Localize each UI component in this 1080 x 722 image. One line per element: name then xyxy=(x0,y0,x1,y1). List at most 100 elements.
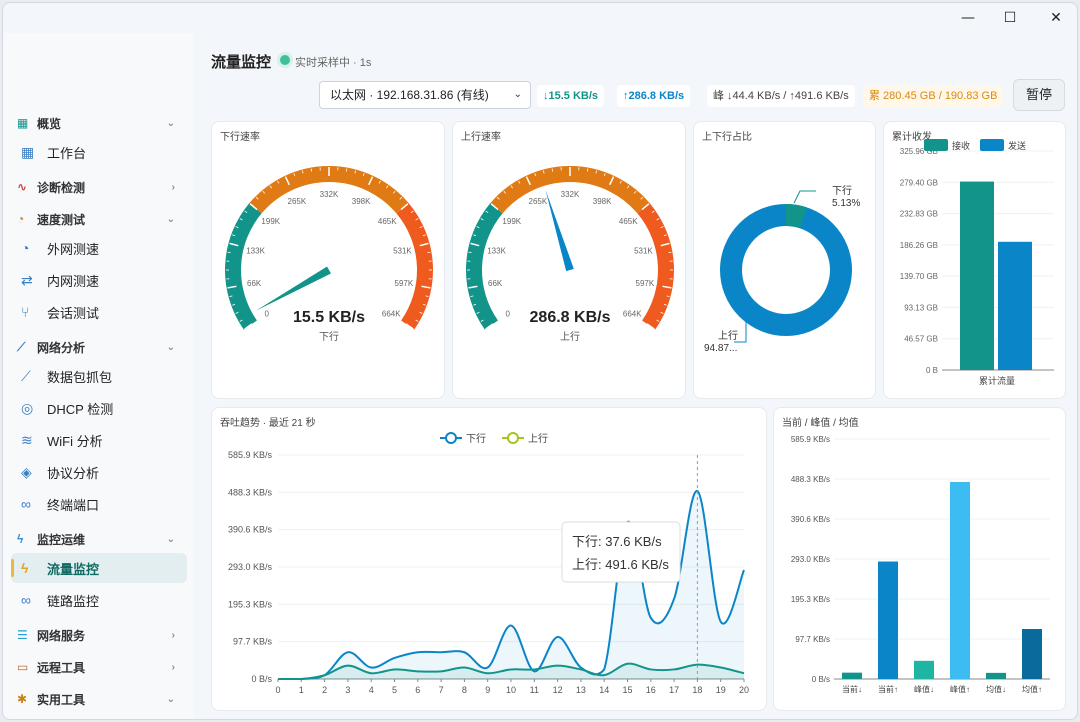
down-rate-pill: ↓15.5 KB/s xyxy=(537,85,605,107)
sidebar-group-label: 概览 xyxy=(37,116,62,131)
gauge-tick xyxy=(427,251,431,254)
gauge-band-0 xyxy=(225,203,262,330)
gauge-needle xyxy=(545,189,574,272)
sidebar-item-3-0[interactable]: ⟋ 数据包抓包 xyxy=(11,361,187,391)
sidebar-item-label: 会话测试 xyxy=(47,305,100,321)
gauge-down-svg: 0 66K 133K 199K 265K 332K 398K 465K 531K 597K 664K… xyxy=(225,166,433,343)
legend-marker-0 xyxy=(445,432,457,444)
y-tick-label: 195.3 KB/s xyxy=(228,599,273,609)
interface-select[interactable]: 以太网 · 192.168.31.86 (有线) ⌄ xyxy=(319,81,531,109)
donut-down-pct: 5.13% xyxy=(832,198,860,209)
bolt-icon: ϟ xyxy=(17,532,24,546)
sidebar-group-0[interactable]: ▦ 概览 ⌄ xyxy=(17,113,187,133)
x-tick-label: 8 xyxy=(462,685,467,695)
sidebar-item-3-1[interactable]: ◎ DHCP 检测 xyxy=(11,393,187,423)
gauge-tick-label: 664K xyxy=(382,310,401,319)
gauge-tick-label: 0 xyxy=(506,310,511,319)
grid-icon: ▦ xyxy=(17,116,29,130)
chevron-down-icon: ⌄ xyxy=(513,89,522,100)
chevron-down-icon: ⌄ xyxy=(166,213,175,225)
sidebar-item-0-0[interactable]: ▦ 工作台 xyxy=(11,137,187,167)
sidebar-group-6[interactable]: ▭ 远程工具 › xyxy=(17,657,187,677)
chevron-right-icon: › xyxy=(171,181,175,193)
sidebar-item-label: 数据包抓包 xyxy=(47,369,113,385)
bar-4 xyxy=(986,672,1006,679)
gauge-down-card: 下行速率 0 66K 133K 199K 265K 332K 398K 465K 531K 597… xyxy=(211,121,445,399)
x-tick-label: 19 xyxy=(716,685,726,695)
gauge-tick-label: 265K xyxy=(288,197,307,206)
branch-icon: ⑂ xyxy=(21,304,30,320)
y-tick-label: 0 B/s xyxy=(251,674,272,684)
gauge-tick-label: 597K xyxy=(395,279,414,288)
gauge-tick xyxy=(310,168,313,172)
sidebar-item-2-0[interactable]: ◔ 外网测速 xyxy=(11,233,187,263)
y-tick-label: 585.9 KB/s xyxy=(228,450,273,460)
y-tick-label: 488.3 KB/s xyxy=(791,475,830,484)
total-pill: 累 280.45 GB / 190.83 GB xyxy=(863,85,1004,107)
sidebar-item-label: 工作台 xyxy=(47,145,87,161)
live-status: 实时采样中 · 1s xyxy=(295,57,372,69)
gauge-tick-label: 199K xyxy=(502,217,521,226)
sidebar-item-3-3[interactable]: ◈ 协议分析 xyxy=(11,457,187,487)
sidebar-group-4[interactable]: ϟ 监控运维 ⌄ xyxy=(17,529,187,549)
gauge-tick-label: 531K xyxy=(393,246,412,255)
y-tick-label: 195.3 KB/s xyxy=(791,595,830,604)
sidebar-item-3-4[interactable]: ∞ 终端端口 xyxy=(11,489,187,519)
sidebar-item-label: 终端端口 xyxy=(47,497,100,513)
layers-icon: ◈ xyxy=(21,464,32,480)
bar-1 xyxy=(998,241,1032,370)
chart-line-icon: ⟋ xyxy=(17,340,26,354)
close-button[interactable]: ✕ xyxy=(1041,7,1071,29)
x-tick-label: 16 xyxy=(646,685,656,695)
sidebar-group-7[interactable]: ✱ 实用工具 ⌄ xyxy=(17,689,187,709)
gauge-tick xyxy=(468,251,472,254)
minimize-button[interactable]: — xyxy=(953,7,983,29)
x-tick-label: 18 xyxy=(692,685,702,695)
y-tick-label: 293.0 KB/s xyxy=(228,562,273,572)
legend-label-0: 下行 xyxy=(466,432,486,445)
chevron-right-icon: › xyxy=(171,661,175,673)
bar-0 xyxy=(960,181,994,370)
sidebar-group-1[interactable]: ∿ 诊断检测 › xyxy=(17,177,187,197)
sidebar-group-label: 远程工具 xyxy=(37,660,86,675)
pause-button[interactable]: 暂停 xyxy=(1013,79,1065,111)
sidebar-item-2-1[interactable]: ⇄ 内网测速 xyxy=(11,265,187,295)
gauge-tick xyxy=(551,168,554,172)
tooltip-down: 下行: 37.6 KB/s xyxy=(572,534,662,549)
x-tick-label: 4 xyxy=(369,685,374,695)
main-content: 流量监控 实时采样中 · 1s 以太网 · 192.168.31.86 (有线)… xyxy=(195,33,1077,719)
bar-5 xyxy=(1022,629,1042,679)
x-tick-label: 峰值↑ xyxy=(950,684,970,694)
sidebar-group-5[interactable]: ☰ 网络服务 › xyxy=(17,625,187,645)
legend-label-0: 接收 xyxy=(952,140,970,151)
gauge-tick-label: 0 xyxy=(265,310,270,319)
sidebar-item-4-1[interactable]: ∞ 链路监控 xyxy=(11,585,187,615)
sidebar-group-2[interactable]: ◔ 速度测试 ⌄ xyxy=(17,209,187,229)
y-tick-label: 93.13 GB xyxy=(904,303,938,312)
sidebar-item-label: 外网测速 xyxy=(47,241,100,257)
x-tick-label: 15 xyxy=(622,685,632,695)
sidebar-item-4-0[interactable]: ϟ 流量监控 xyxy=(11,553,187,583)
sidebar-item-2-2[interactable]: ⑂ 会话测试 xyxy=(11,297,187,327)
sidebar-group-3[interactable]: ⟋ 网络分析 ⌄ xyxy=(17,337,187,357)
gauge-label: 上行 xyxy=(560,330,580,343)
gauge-tick xyxy=(227,251,231,254)
y-tick-label: 186.26 GB xyxy=(900,241,938,250)
donut-up-slice xyxy=(720,204,852,336)
gauge-tick-label: 332K xyxy=(320,190,339,199)
donut-down-label: 下行 xyxy=(832,184,852,197)
sidebar-item-label: 链路监控 xyxy=(47,593,100,609)
maximize-button[interactable]: ☐ xyxy=(995,7,1025,29)
speedometer-icon: ◔ xyxy=(17,212,25,226)
x-tick-label: 当前↑ xyxy=(878,684,898,694)
tooltip-box xyxy=(561,521,681,583)
gauge-tick xyxy=(586,168,589,172)
donut-down-leader xyxy=(793,190,816,204)
x-tick-label: 峰值↓ xyxy=(914,684,934,694)
gauge-tick-label: 398K xyxy=(352,197,371,206)
y-tick-label: 585.9 KB/s xyxy=(791,435,830,444)
sidebar-item-label: 协议分析 xyxy=(47,465,100,481)
x-tick-label: 1 xyxy=(299,685,304,695)
gauge-tick-label: 66K xyxy=(488,279,503,288)
sidebar-item-3-2[interactable]: ≋ WiFi 分析 xyxy=(11,425,187,455)
